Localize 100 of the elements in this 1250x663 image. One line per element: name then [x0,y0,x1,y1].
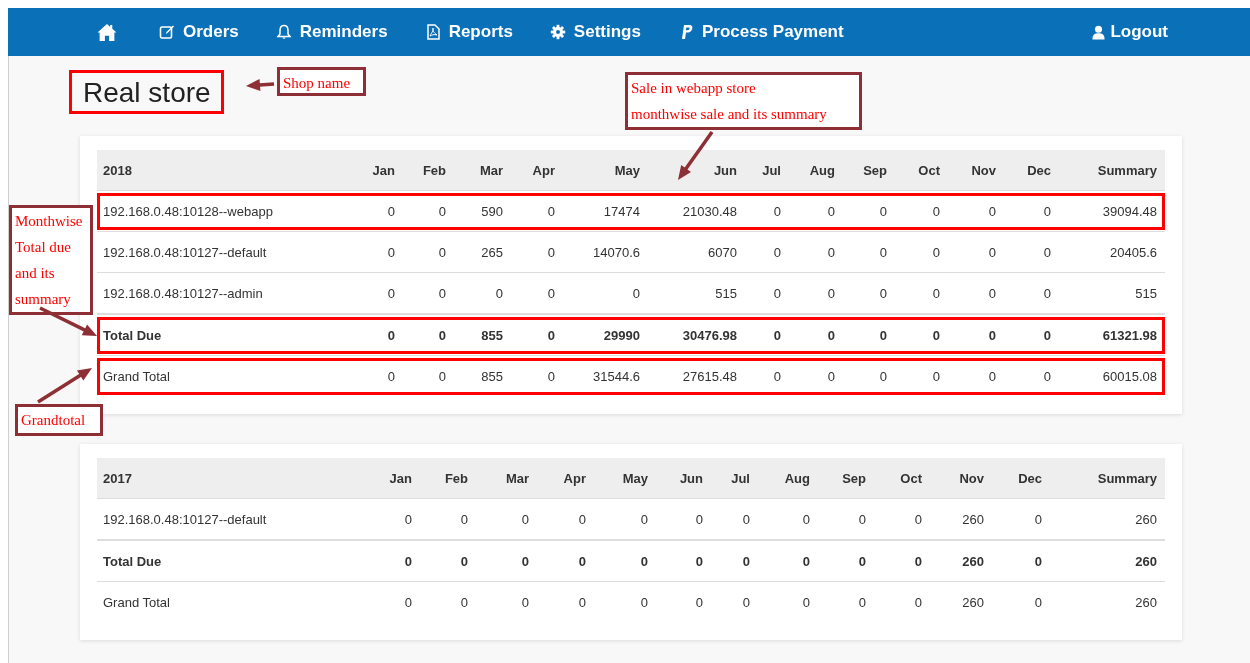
column-header: Summary [1050,458,1165,498]
table-cell: 0 [594,498,656,539]
user-icon [1092,24,1106,40]
column-header: Apr [511,150,563,190]
annotation-arrow [678,131,714,180]
table-cell: 0 [420,539,476,581]
table-cell: 0 [745,231,789,272]
table-cell: 17474 [563,190,648,231]
table-cell: 61321.98 [1059,313,1165,355]
pdf-file-icon [424,24,441,40]
table-cell: 0 [1004,313,1059,355]
annotation-callout: Sale in webapp store monthwise sale and its summary [625,72,862,130]
table-cell: 0 [843,313,895,355]
nav-link[interactable]: Process Payment [677,22,844,42]
column-header: May [563,150,648,190]
table-cell: 855 [454,355,511,396]
column-header: Jun [656,458,711,498]
table-cell: 21030.48 [648,190,745,231]
table-cell: 0 [992,539,1050,581]
table-cell: 0 [372,498,420,539]
table-cell: 0 [789,190,843,231]
table-cell: 0 [948,313,1004,355]
table-cell: 0 [711,498,758,539]
table-cell: 14070.6 [563,231,648,272]
column-header: Nov [948,150,1004,190]
table-cell: 0 [843,272,895,313]
table-cell: 0 [594,539,656,581]
nav-link[interactable]: Settings [549,22,641,42]
table-cell: 0 [476,539,537,581]
table-cell: 260 [930,581,992,622]
table-cell: 6070 [648,231,745,272]
table-cell: 0 [948,355,1004,396]
table-cell: 0 [403,313,454,355]
table-cell: 31544.6 [563,355,648,396]
annotation-arrow [37,368,92,404]
table-cell: 855 [454,313,511,355]
annotation-callout: Grandtotal [15,404,103,436]
table-cell: 0 [454,272,511,313]
table-cell: 192.168.0.48:10128--webapp [97,190,355,231]
nav-link[interactable]: Reports [424,22,513,42]
table-cell: 0 [355,231,403,272]
settings-icon [549,24,566,40]
table-cell: 0 [511,272,563,313]
table-cell: 515 [1059,272,1165,313]
table-cell: 60015.08 [1059,355,1165,396]
column-header: Jul [745,150,789,190]
table-cell: 0 [1004,272,1059,313]
table-cell: Grand Total [97,581,372,622]
table-cell: 515 [648,272,745,313]
annotation-arrow [246,79,275,91]
table-cell: 0 [711,539,758,581]
bell-icon [275,24,292,40]
table-cell: 0 [818,498,874,539]
nav-link[interactable]: Reminders [275,22,388,42]
table-cell: 0 [563,272,648,313]
table-cell: 192.168.0.48:10127--default [97,231,355,272]
table-cell: 0 [372,539,420,581]
column-header: Sep [818,458,874,498]
table-cell: Total Due [97,313,355,355]
table-cell: 0 [511,355,563,396]
table-cell: 0 [656,539,711,581]
table-cell: 0 [874,498,930,539]
table-cell: 0 [948,190,1004,231]
logout-link[interactable]: Logout [1092,22,1168,42]
column-header: Feb [420,458,476,498]
table-cell: 192.168.0.48:10127--admin [97,272,355,313]
edit-icon [159,24,175,40]
table-cell: 0 [789,231,843,272]
table-cell: 0 [948,272,1004,313]
table-cell: 0 [758,498,818,539]
table-cell: 0 [895,190,948,231]
table-cell: 0 [476,581,537,622]
column-header: 2017 [97,458,372,498]
column-header: Jan [372,458,420,498]
annotation-callout: Monthwise Total due and its summary [9,205,93,315]
shop-title: Real store [69,70,224,114]
table-cell: 0 [895,272,948,313]
table-cell: 39094.48 [1059,190,1165,231]
column-header: Oct [895,150,948,190]
table-cell: 0 [745,313,789,355]
table-cell: 0 [594,581,656,622]
table-cell: 0 [818,539,874,581]
table-cell: 260 [1050,581,1165,622]
column-header: Jan [355,150,403,190]
column-header: Aug [758,458,818,498]
table-cell: Total Due [97,539,372,581]
table-cell: 0 [745,355,789,396]
table-cell: 0 [992,581,1050,622]
table-cell: 0 [372,581,420,622]
table-cell: 0 [403,190,454,231]
table-cell: 0 [948,231,1004,272]
table-cell: 0 [874,539,930,581]
column-header: Aug [789,150,843,190]
nav-link[interactable]: Orders [159,22,239,42]
table-cell: 0 [895,313,948,355]
column-header: Summary [1059,150,1165,190]
table-cell: 0 [789,272,843,313]
column-header: Nov [930,458,992,498]
table-cell: 260 [1050,498,1165,539]
table-cell: 0 [355,190,403,231]
